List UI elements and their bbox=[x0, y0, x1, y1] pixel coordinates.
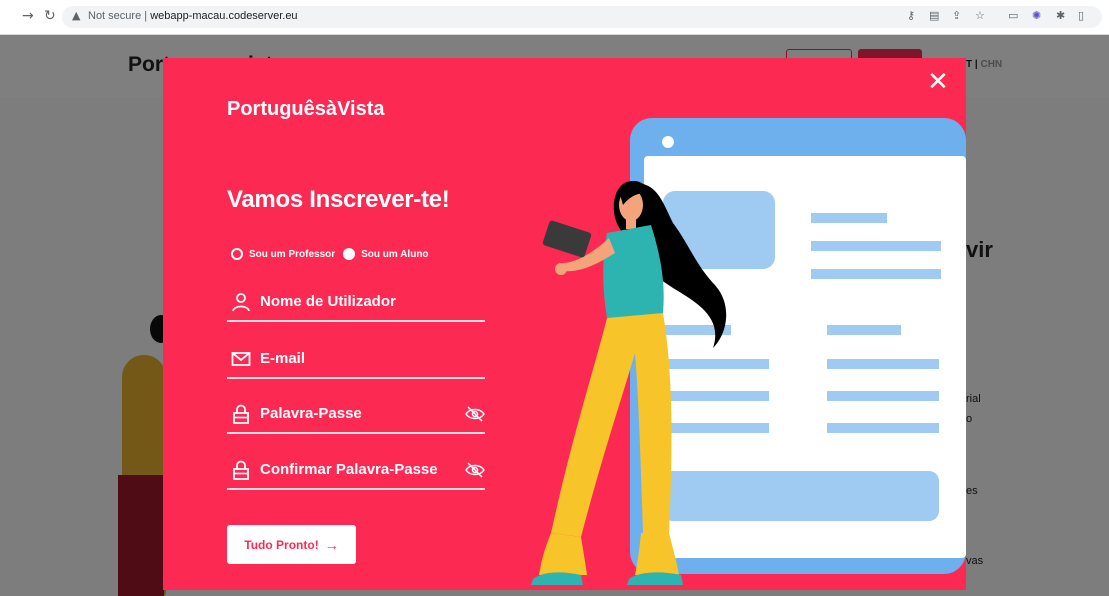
confirm-password-field[interactable]: Confirmar Palavra-Passe bbox=[227, 458, 485, 490]
username-placeholder: Nome de Utilizador bbox=[260, 293, 396, 310]
signup-modal: ✕ PortuguêsàVista Vamos Inscrever-te! So… bbox=[163, 58, 966, 590]
role-selector: Sou um Professor Sou um Aluno bbox=[231, 245, 437, 263]
role-radio-student[interactable] bbox=[343, 248, 356, 260]
lock-icon bbox=[233, 460, 249, 480]
role-radio-teacher[interactable] bbox=[231, 248, 243, 260]
email-placeholder: E-mail bbox=[260, 350, 306, 367]
extensions-puzzle-icon[interactable]: ✱ bbox=[1056, 9, 1065, 22]
forward-icon[interactable]: → bbox=[22, 8, 34, 24]
email-field[interactable]: E-mail bbox=[227, 347, 485, 379]
key-icon[interactable]: ⚷ bbox=[907, 9, 915, 22]
role-label-student[interactable]: Sou um Aluno bbox=[361, 249, 428, 260]
bookmark-star-icon[interactable]: ☆ bbox=[975, 9, 985, 22]
role-label-teacher[interactable]: Sou um Professor bbox=[249, 249, 335, 260]
share-icon[interactable]: ⇪ bbox=[952, 9, 961, 22]
url-text: webapp-macau.codeserver.eu bbox=[150, 10, 298, 22]
reader-icon[interactable]: ▭ bbox=[1008, 9, 1018, 22]
separator: | bbox=[144, 10, 148, 22]
signup-illustration bbox=[531, 118, 966, 585]
arrow-right-icon: → bbox=[324, 536, 339, 553]
sidebar-icon[interactable]: ▯ bbox=[1078, 9, 1084, 22]
confirm-password-placeholder: Confirmar Palavra-Passe bbox=[260, 461, 438, 478]
envelope-icon bbox=[231, 352, 251, 366]
security-label: Not secure bbox=[88, 10, 142, 22]
submit-button[interactable]: Tudo Pronto! → bbox=[227, 525, 356, 564]
translate-icon[interactable]: ▤ bbox=[929, 9, 939, 22]
address-bar[interactable]: ▲ Not secure | webapp-macau.codeserver.e… bbox=[62, 6, 1102, 28]
password-placeholder: Palavra-Passe bbox=[260, 405, 362, 422]
password-field[interactable]: Palavra-Passe bbox=[227, 402, 485, 434]
brand-logo: PortuguêsàVista bbox=[227, 98, 385, 120]
lock-icon bbox=[233, 404, 249, 424]
eye-slash-icon[interactable] bbox=[465, 462, 485, 478]
eye-slash-icon[interactable] bbox=[465, 406, 485, 422]
username-field[interactable]: Nome de Utilizador bbox=[227, 290, 485, 322]
browser-toolbar: → ↻ ▲ Not secure | webapp-macau.codeserv… bbox=[0, 0, 1109, 35]
extension-gear-icon[interactable]: ✺ bbox=[1032, 9, 1041, 22]
user-icon bbox=[232, 293, 250, 312]
close-icon[interactable]: ✕ bbox=[925, 69, 951, 96]
modal-title: Vamos Inscrever-te! bbox=[227, 186, 450, 213]
warning-icon: ▲ bbox=[72, 9, 81, 22]
reload-icon[interactable]: ↻ bbox=[44, 8, 56, 24]
